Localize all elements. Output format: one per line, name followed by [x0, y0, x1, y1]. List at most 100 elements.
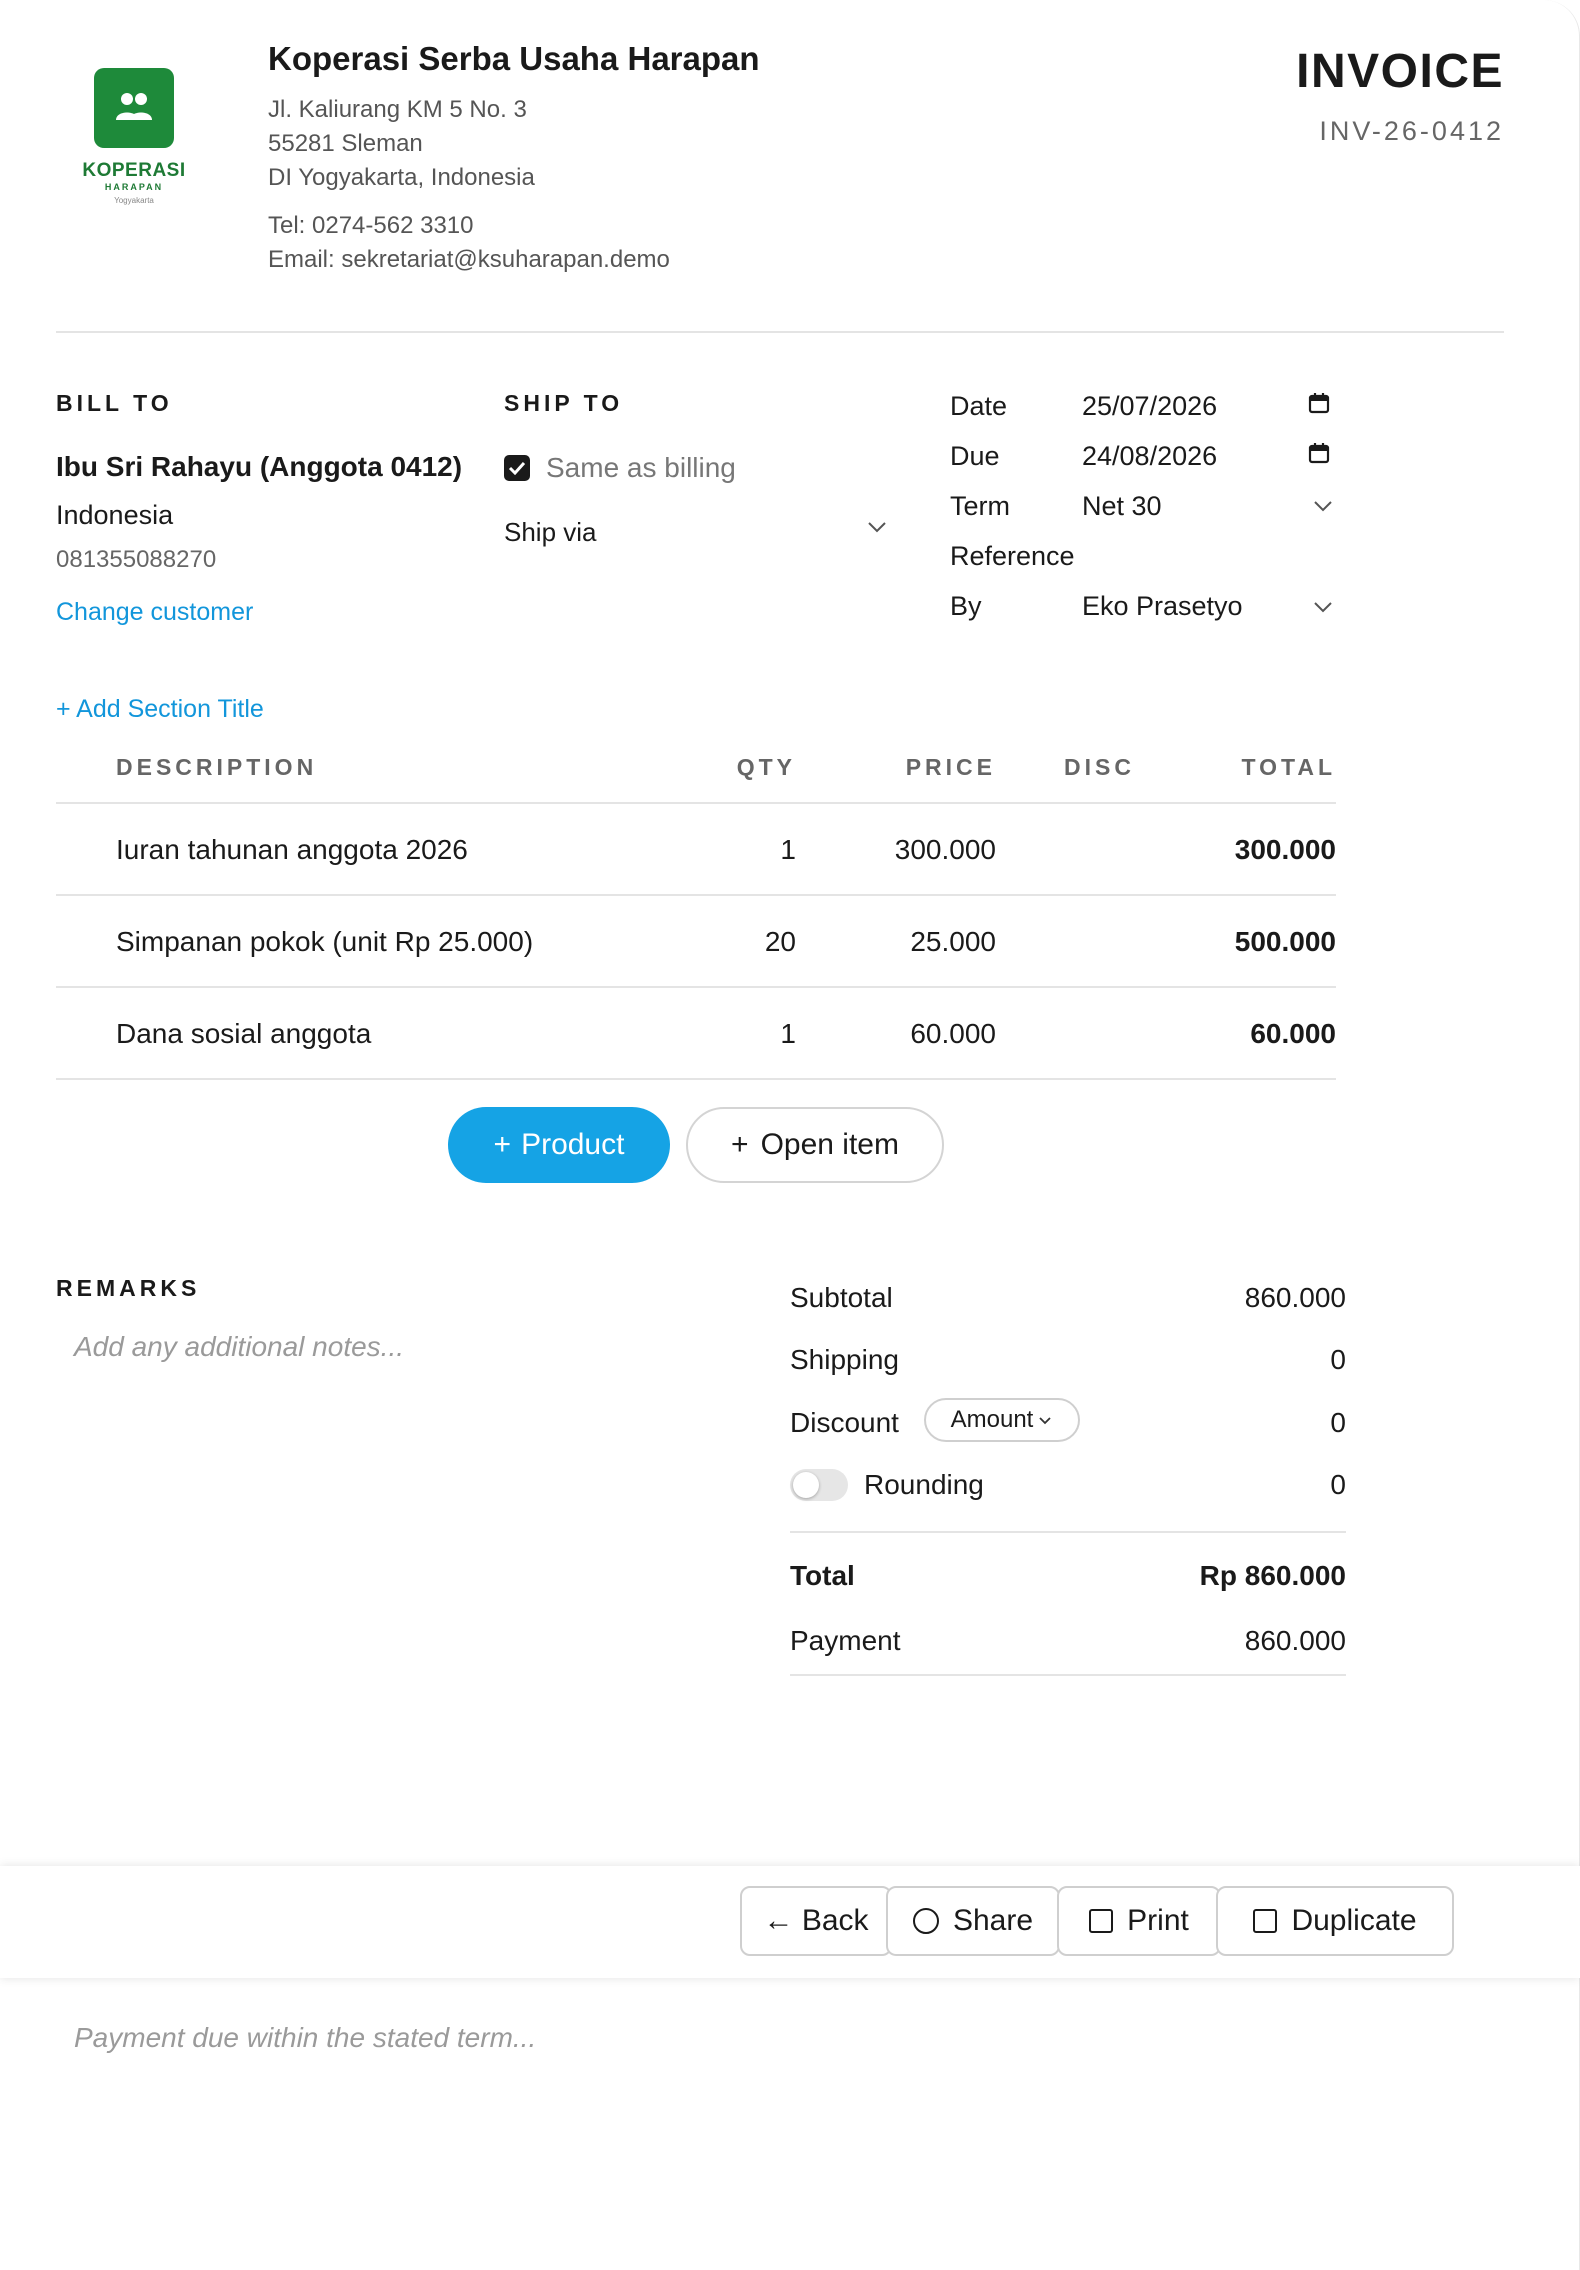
item-qty[interactable]: 20 [696, 926, 796, 958]
change-customer-link[interactable]: Change customer [56, 598, 253, 627]
bill-to-label: BILL TO [56, 390, 173, 416]
item-total: 60.000 [1250, 1018, 1336, 1049]
item-price[interactable]: 300.000 [856, 834, 996, 866]
ship-to-label: SHIP TO [504, 390, 624, 416]
item-total: 500.000 [1234, 926, 1336, 957]
same-as-billing-checkbox[interactable] [504, 455, 530, 481]
col-qty-header: QTY [736, 754, 796, 780]
duplicate-icon [1253, 1909, 1278, 1933]
reference-label: Reference [950, 541, 1075, 571]
subtotal-value: 860.000 [1244, 1282, 1346, 1313]
due-date-input[interactable]: 24/08/2026 [1082, 441, 1217, 472]
header-divider [56, 331, 1504, 333]
company-email: Email: sekretariat@ksuharapan.demo [268, 246, 670, 273]
back-button[interactable]: ← Back [740, 1886, 892, 1956]
date-input[interactable]: 25/07/2026 [1082, 391, 1217, 422]
rounding-value: 0 [1330, 1469, 1346, 1500]
remarks-label: REMARKS [56, 1275, 201, 1301]
print-button-label: Print [1127, 1904, 1189, 1937]
item-total: 300.000 [1234, 834, 1336, 865]
calendar-icon[interactable] [1307, 391, 1331, 415]
col-price-header: PRICE [905, 754, 996, 780]
total-label: Total [790, 1560, 855, 1591]
payment-divider [790, 1674, 1346, 1676]
salesperson-select[interactable]: Eko Prasetyo [1082, 591, 1243, 622]
item-qty[interactable]: 1 [696, 834, 796, 866]
item-description[interactable]: Iuran tahunan anggota 2026 [116, 834, 468, 866]
payment-label: Payment [790, 1625, 901, 1656]
company-address-line2: 55281 Sleman [268, 130, 423, 157]
term-select[interactable]: Net 30 [1082, 491, 1162, 522]
company-tel: Tel: 0274-562 3310 [268, 212, 474, 239]
add-section-title-link[interactable]: + Add Section Title [56, 695, 264, 724]
subtotal-label: Subtotal [790, 1282, 893, 1313]
shipping-input[interactable]: 0 [1146, 1344, 1346, 1376]
logo-name: KOPERASI [82, 160, 186, 181]
company-logo [94, 68, 174, 148]
remarks-textarea[interactable]: Add any additional notes... [74, 1331, 714, 1363]
action-bar: ← Back Share Print Duplicate [0, 1866, 1580, 1978]
add-open-item-label: Open item [760, 1128, 899, 1161]
add-product-label: Product [521, 1128, 625, 1161]
shipping-label: Shipping [790, 1344, 899, 1375]
customer-name: Ibu Sri Rahayu (Anggota 0412) [56, 451, 463, 482]
customer-country: Indonesia [56, 500, 174, 530]
discount-label: Discount [790, 1407, 899, 1438]
duplicate-button-label: Duplicate [1291, 1904, 1417, 1937]
add-open-item-button[interactable]: + Open item [686, 1107, 944, 1183]
payment-value[interactable]: 860.000 [1146, 1625, 1346, 1657]
date-label: Date [950, 391, 1008, 421]
customer-phone: 081355088270 [56, 546, 217, 573]
discount-mode-select[interactable]: Amount [924, 1398, 1080, 1442]
table-row[interactable]: Simpanan pokok (unit Rp 25.000) 20 25.00… [56, 896, 1336, 988]
document-number: INV-26-0412 [1319, 116, 1504, 146]
due-label: Due [950, 441, 1000, 471]
invoice-card: KOPERASI HARAPAN Yogyakarta Koperasi Ser… [0, 0, 1580, 2270]
company-address-line3: DI Yogyakarta, Indonesia [268, 164, 535, 191]
print-button[interactable]: Print [1057, 1886, 1221, 1956]
same-as-billing-row[interactable]: Same as billing [504, 452, 736, 484]
chevron-down-icon[interactable] [866, 516, 888, 538]
print-icon [1089, 1909, 1114, 1933]
item-price[interactable]: 60.000 [856, 1018, 996, 1050]
calendar-icon[interactable] [1307, 441, 1331, 465]
table-row[interactable]: Iuran tahunan anggota 2026 1 300.000 300… [56, 804, 1336, 896]
same-as-billing-label: Same as billing [546, 452, 736, 483]
people-icon [116, 93, 152, 120]
chevron-down-icon [1039, 1417, 1051, 1425]
check-icon [508, 461, 526, 475]
rounding-toggle[interactable] [790, 1469, 848, 1501]
summary-divider [790, 1531, 1346, 1533]
chevron-down-icon[interactable] [1312, 596, 1334, 618]
discount-input[interactable]: 0 [1146, 1407, 1346, 1439]
rounding-label: Rounding [864, 1469, 984, 1500]
item-qty[interactable]: 1 [696, 1018, 796, 1050]
by-label: By [950, 591, 982, 621]
table-row[interactable]: Dana sosial anggota 1 60.000 60.000 [56, 988, 1336, 1080]
company-name: Koperasi Serba Usaha Harapan [268, 40, 760, 77]
plus-icon: + [731, 1128, 749, 1161]
term-label: Term [950, 491, 1010, 521]
share-button-label: Share [952, 1904, 1034, 1937]
chevron-down-icon[interactable] [1312, 495, 1334, 517]
document-title: INVOICE [1296, 45, 1504, 98]
col-disc-header: DISC [1064, 754, 1135, 780]
item-description[interactable]: Dana sosial anggota [116, 1018, 371, 1050]
add-product-button[interactable]: + Product [448, 1107, 670, 1183]
plus-icon: + [493, 1128, 512, 1161]
logo-city: Yogyakarta [114, 196, 154, 205]
company-address-line1: Jl. Kaliurang KM 5 No. 3 [268, 96, 527, 123]
back-button-label: ← Back [763, 1904, 869, 1937]
col-description-header: DESCRIPTION [116, 754, 318, 780]
toggle-knob [793, 1472, 819, 1498]
total-value: Rp 860.000 [1199, 1560, 1346, 1591]
ship-via-select[interactable]: Ship via [504, 517, 597, 548]
share-button[interactable]: Share [886, 1886, 1060, 1956]
item-description[interactable]: Simpanan pokok (unit Rp 25.000) [116, 926, 533, 958]
item-price[interactable]: 25.000 [856, 926, 996, 958]
duplicate-button[interactable]: Duplicate [1216, 1886, 1454, 1956]
reference-input[interactable] [1082, 541, 1322, 573]
share-icon [912, 1908, 939, 1934]
footer-note-textarea[interactable]: Payment due within the stated term... [74, 2022, 974, 2054]
logo-subtitle: HARAPAN [104, 182, 164, 192]
